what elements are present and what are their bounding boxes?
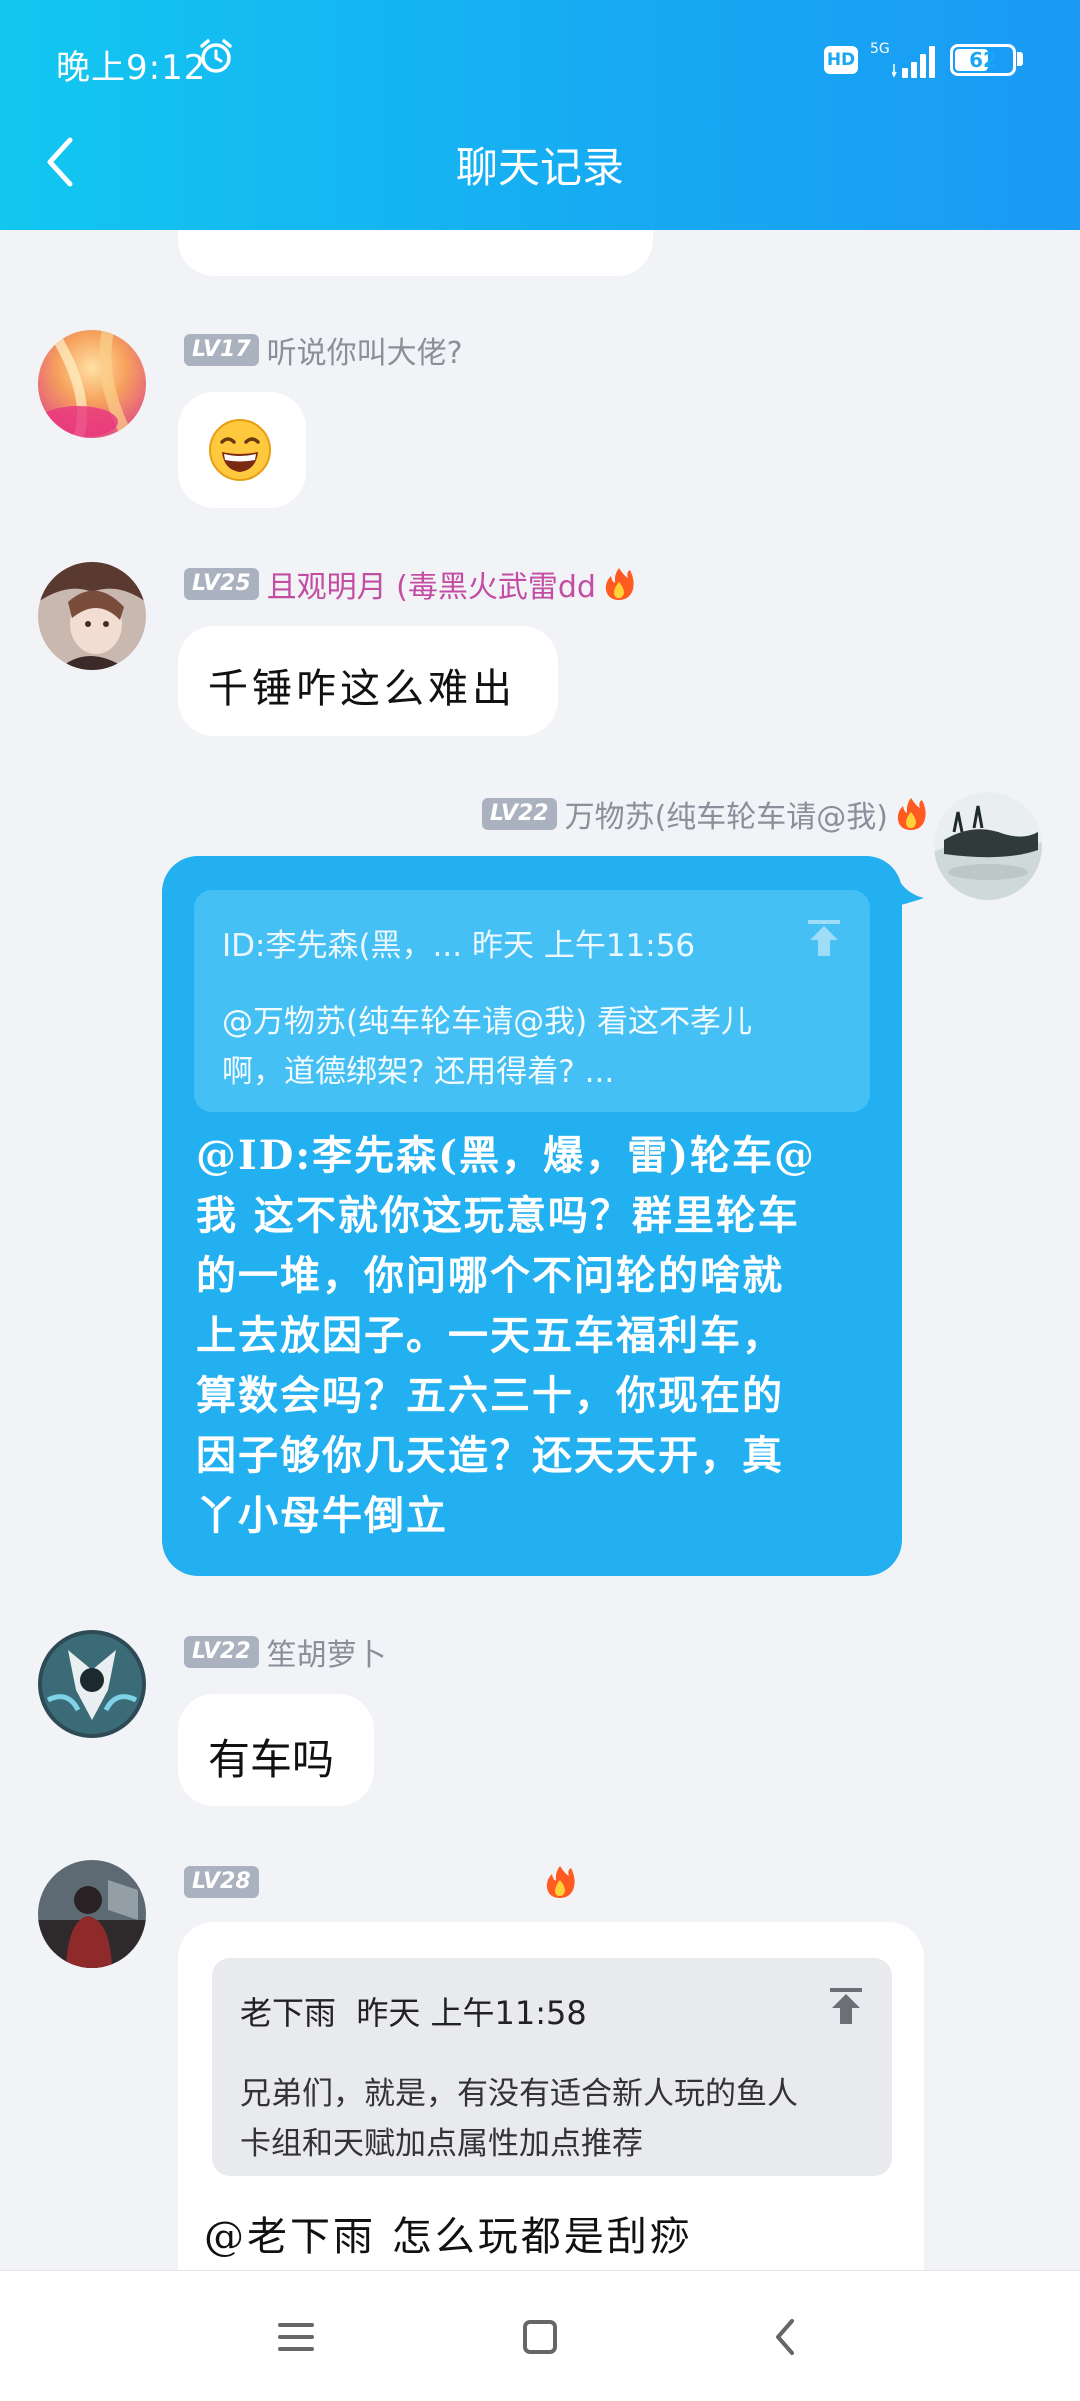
message-text-line: 因子够你几天造？还天天开，真 <box>196 1432 784 1479</box>
sender-name[interactable]: 且观明月 (毒黑火武雷dd <box>267 562 596 606</box>
message-text-line: 的一堆，你问哪个不问轮的啥就 <box>196 1252 784 1299</box>
avatar[interactable] <box>38 330 146 438</box>
message-bubble[interactable] <box>178 392 306 508</box>
level-badge: LV25 <box>184 568 259 600</box>
flame-icon <box>897 798 926 830</box>
message-text-block: @ID:李先森(黑，爆，雷)轮车@ 我 这不就你这玩意吗？群里轮车 的一堆，你问… <box>196 1126 816 1546</box>
avatar[interactable] <box>38 562 146 670</box>
message-text: 有车吗 <box>208 1735 335 1784</box>
sender-row: LV28 <box>184 1862 577 1902</box>
sender-name[interactable]: 万物苏(纯车轮车请@我) <box>565 792 888 836</box>
app-header: 晚上9:12 HD 5G 62 聊天记录 <box>0 0 1080 230</box>
message-text-line: 丫小母牛倒立 <box>196 1492 448 1539</box>
alarm-icon <box>200 39 232 73</box>
level-badge: LV22 <box>481 798 557 830</box>
signal-icon <box>892 46 935 78</box>
quoted-message[interactable]: ID:李先森(黑，... 昨天 上午11:56 @万物苏(纯车轮车请@我) 看这… <box>194 890 870 1112</box>
quote-header: ID:李先森(黑，... 昨天 上午11:56 <box>222 928 696 964</box>
sender-row: LV25 且观明月 (毒黑火武雷dd <box>184 562 636 606</box>
level-badge: LV17 <box>184 334 259 366</box>
my-message-bubble[interactable]: ID:李先森(黑，... 昨天 上午11:56 @万物苏(纯车轮车请@我) 看这… <box>162 856 902 1576</box>
sender-row: LV22 万物苏(纯车轮车请@我) <box>481 792 928 836</box>
message-text-line: 上去放因子。一天五车福利车， <box>196 1312 784 1359</box>
message-text: 千锤咋这么难出 <box>208 666 516 712</box>
quoted-message[interactable]: 老下雨 昨天 上午11:58 兄弟们，就是，有没有适合新人玩的鱼人 卡组和天赋加… <box>212 1958 892 2176</box>
nav-back-icon[interactable] <box>756 2309 816 2365</box>
flame-icon <box>605 568 634 600</box>
pin-icon[interactable] <box>806 918 842 958</box>
my-avatar[interactable] <box>934 792 1042 900</box>
message-text-line: 我 这不就你这玩意吗？群里轮车 <box>196 1192 800 1239</box>
menu-icon[interactable] <box>266 2309 326 2365</box>
system-nav-bar <box>0 2270 1080 2401</box>
level-badge: LV22 <box>184 1636 259 1668</box>
battery-icon: 62 <box>950 44 1016 76</box>
status-time: 晚上9:12 <box>56 48 207 88</box>
network-type: 5G <box>870 41 890 57</box>
message-text: @老下雨 怎么玩都是刮痧 <box>204 2214 693 2260</box>
message-text-line: @ID:李先森(黑，爆，雷)轮车@ <box>196 1132 817 1179</box>
battery-tip <box>1017 52 1023 66</box>
message-bubble[interactable]: 有车吗 <box>178 1694 374 1806</box>
battery-level: 62 <box>969 48 997 72</box>
home-icon[interactable] <box>510 2309 570 2365</box>
message-bubble[interactable]: 千锤咋这么难出 <box>178 626 558 736</box>
chat-list[interactable]: LV17 听说你叫大佬? LV25 且观明月 (毒黑火武雷dd 千锤咋这么难出 … <box>0 0 1080 2270</box>
avatar[interactable] <box>38 1630 146 1738</box>
quote-body-line: 啊，道德绑架? 还用得着? ... <box>222 1054 615 1090</box>
sender-name[interactable]: 听说你叫大佬? <box>267 328 463 372</box>
quote-header: 老下雨 昨天 上午11:58 <box>240 1994 587 2032</box>
grinning-face-emoji <box>209 419 271 481</box>
hd-badge: HD <box>824 46 858 74</box>
quote-body-line: 兄弟们，就是，有没有适合新人玩的鱼人 <box>240 2076 798 2112</box>
sender-row: LV17 听说你叫大佬? <box>184 328 463 372</box>
bubble-tail <box>896 876 924 906</box>
flame-icon <box>546 1866 575 1898</box>
quote-body-line: 卡组和天赋加点属性加点推荐 <box>240 2126 643 2162</box>
message-text-line: 算数会吗？五六三十，你现在的 <box>196 1372 784 1419</box>
message-bubble[interactable]: 老下雨 昨天 上午11:58 兄弟们，就是，有没有适合新人玩的鱼人 卡组和天赋加… <box>178 1922 924 2270</box>
page-title: 聊天记录 <box>455 143 624 192</box>
sender-row: LV22 笙胡萝卜 <box>184 1630 387 1674</box>
avatar[interactable] <box>38 1860 146 1968</box>
status-bar: 晚上9:12 HD 5G 62 <box>0 0 1080 120</box>
sender-name[interactable]: 笙胡萝卜 <box>267 1630 387 1674</box>
quote-body-line: @万物苏(纯车轮车请@我) 看这不孝儿 <box>222 1004 753 1040</box>
level-badge: LV28 <box>184 1866 259 1898</box>
pin-icon[interactable] <box>828 1986 864 2026</box>
